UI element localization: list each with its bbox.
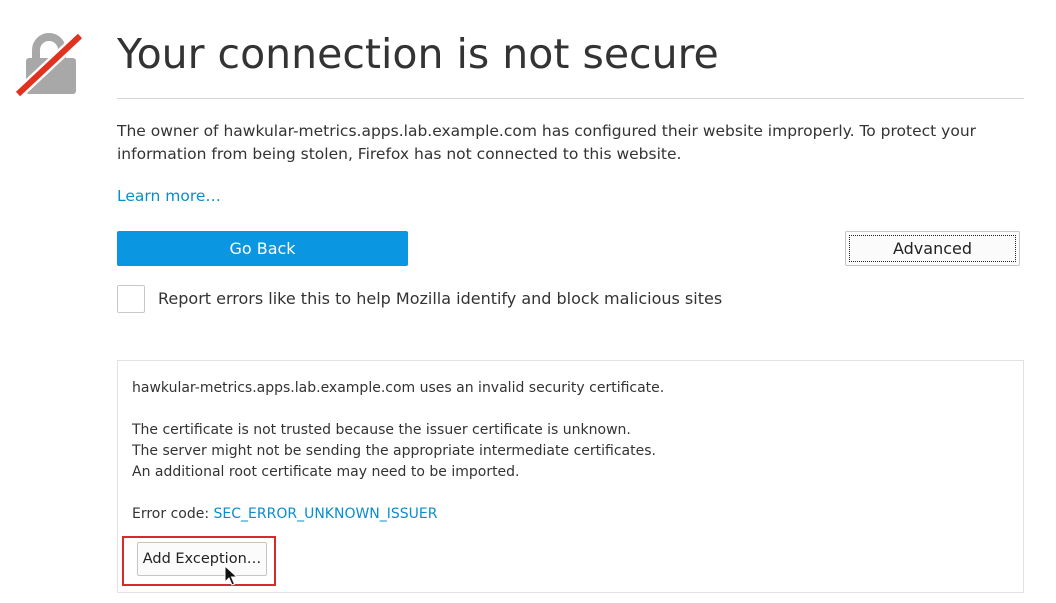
error-code-label: Error code: xyxy=(132,506,210,522)
add-exception-button[interactable]: Add Exception… xyxy=(137,542,267,576)
go-back-button[interactable]: Go Back xyxy=(117,231,408,266)
error-code-line: Error code: SEC_ERROR_UNKNOWN_ISSUER xyxy=(132,504,438,525)
broken-lock-icon xyxy=(14,31,84,98)
advanced-button-label: Advanced xyxy=(892,239,973,258)
advanced-details-panel: hawkular-metrics.apps.lab.example.com us… xyxy=(117,360,1024,593)
certificate-reason: An additional root certificate may need … xyxy=(132,464,520,480)
page-title: Your connection is not secure xyxy=(117,30,719,78)
error-description: The owner of hawkular-metrics.apps.lab.e… xyxy=(117,122,977,163)
certificate-reason: The certificate is not trusted because t… xyxy=(132,422,631,438)
learn-more-link[interactable]: Learn more… xyxy=(117,185,221,207)
mouse-cursor-icon xyxy=(224,565,238,586)
title-divider xyxy=(117,98,1024,99)
certificate-reason: The server might not be sending the appr… xyxy=(132,443,656,459)
report-errors-label: Report errors like this to help Mozilla … xyxy=(158,289,723,308)
invalid-certificate-text: hawkular-metrics.apps.lab.example.com us… xyxy=(132,380,665,396)
advanced-button[interactable]: Advanced xyxy=(845,231,1020,266)
error-code-link[interactable]: SEC_ERROR_UNKNOWN_ISSUER xyxy=(214,506,438,522)
report-errors-checkbox[interactable] xyxy=(117,285,145,313)
